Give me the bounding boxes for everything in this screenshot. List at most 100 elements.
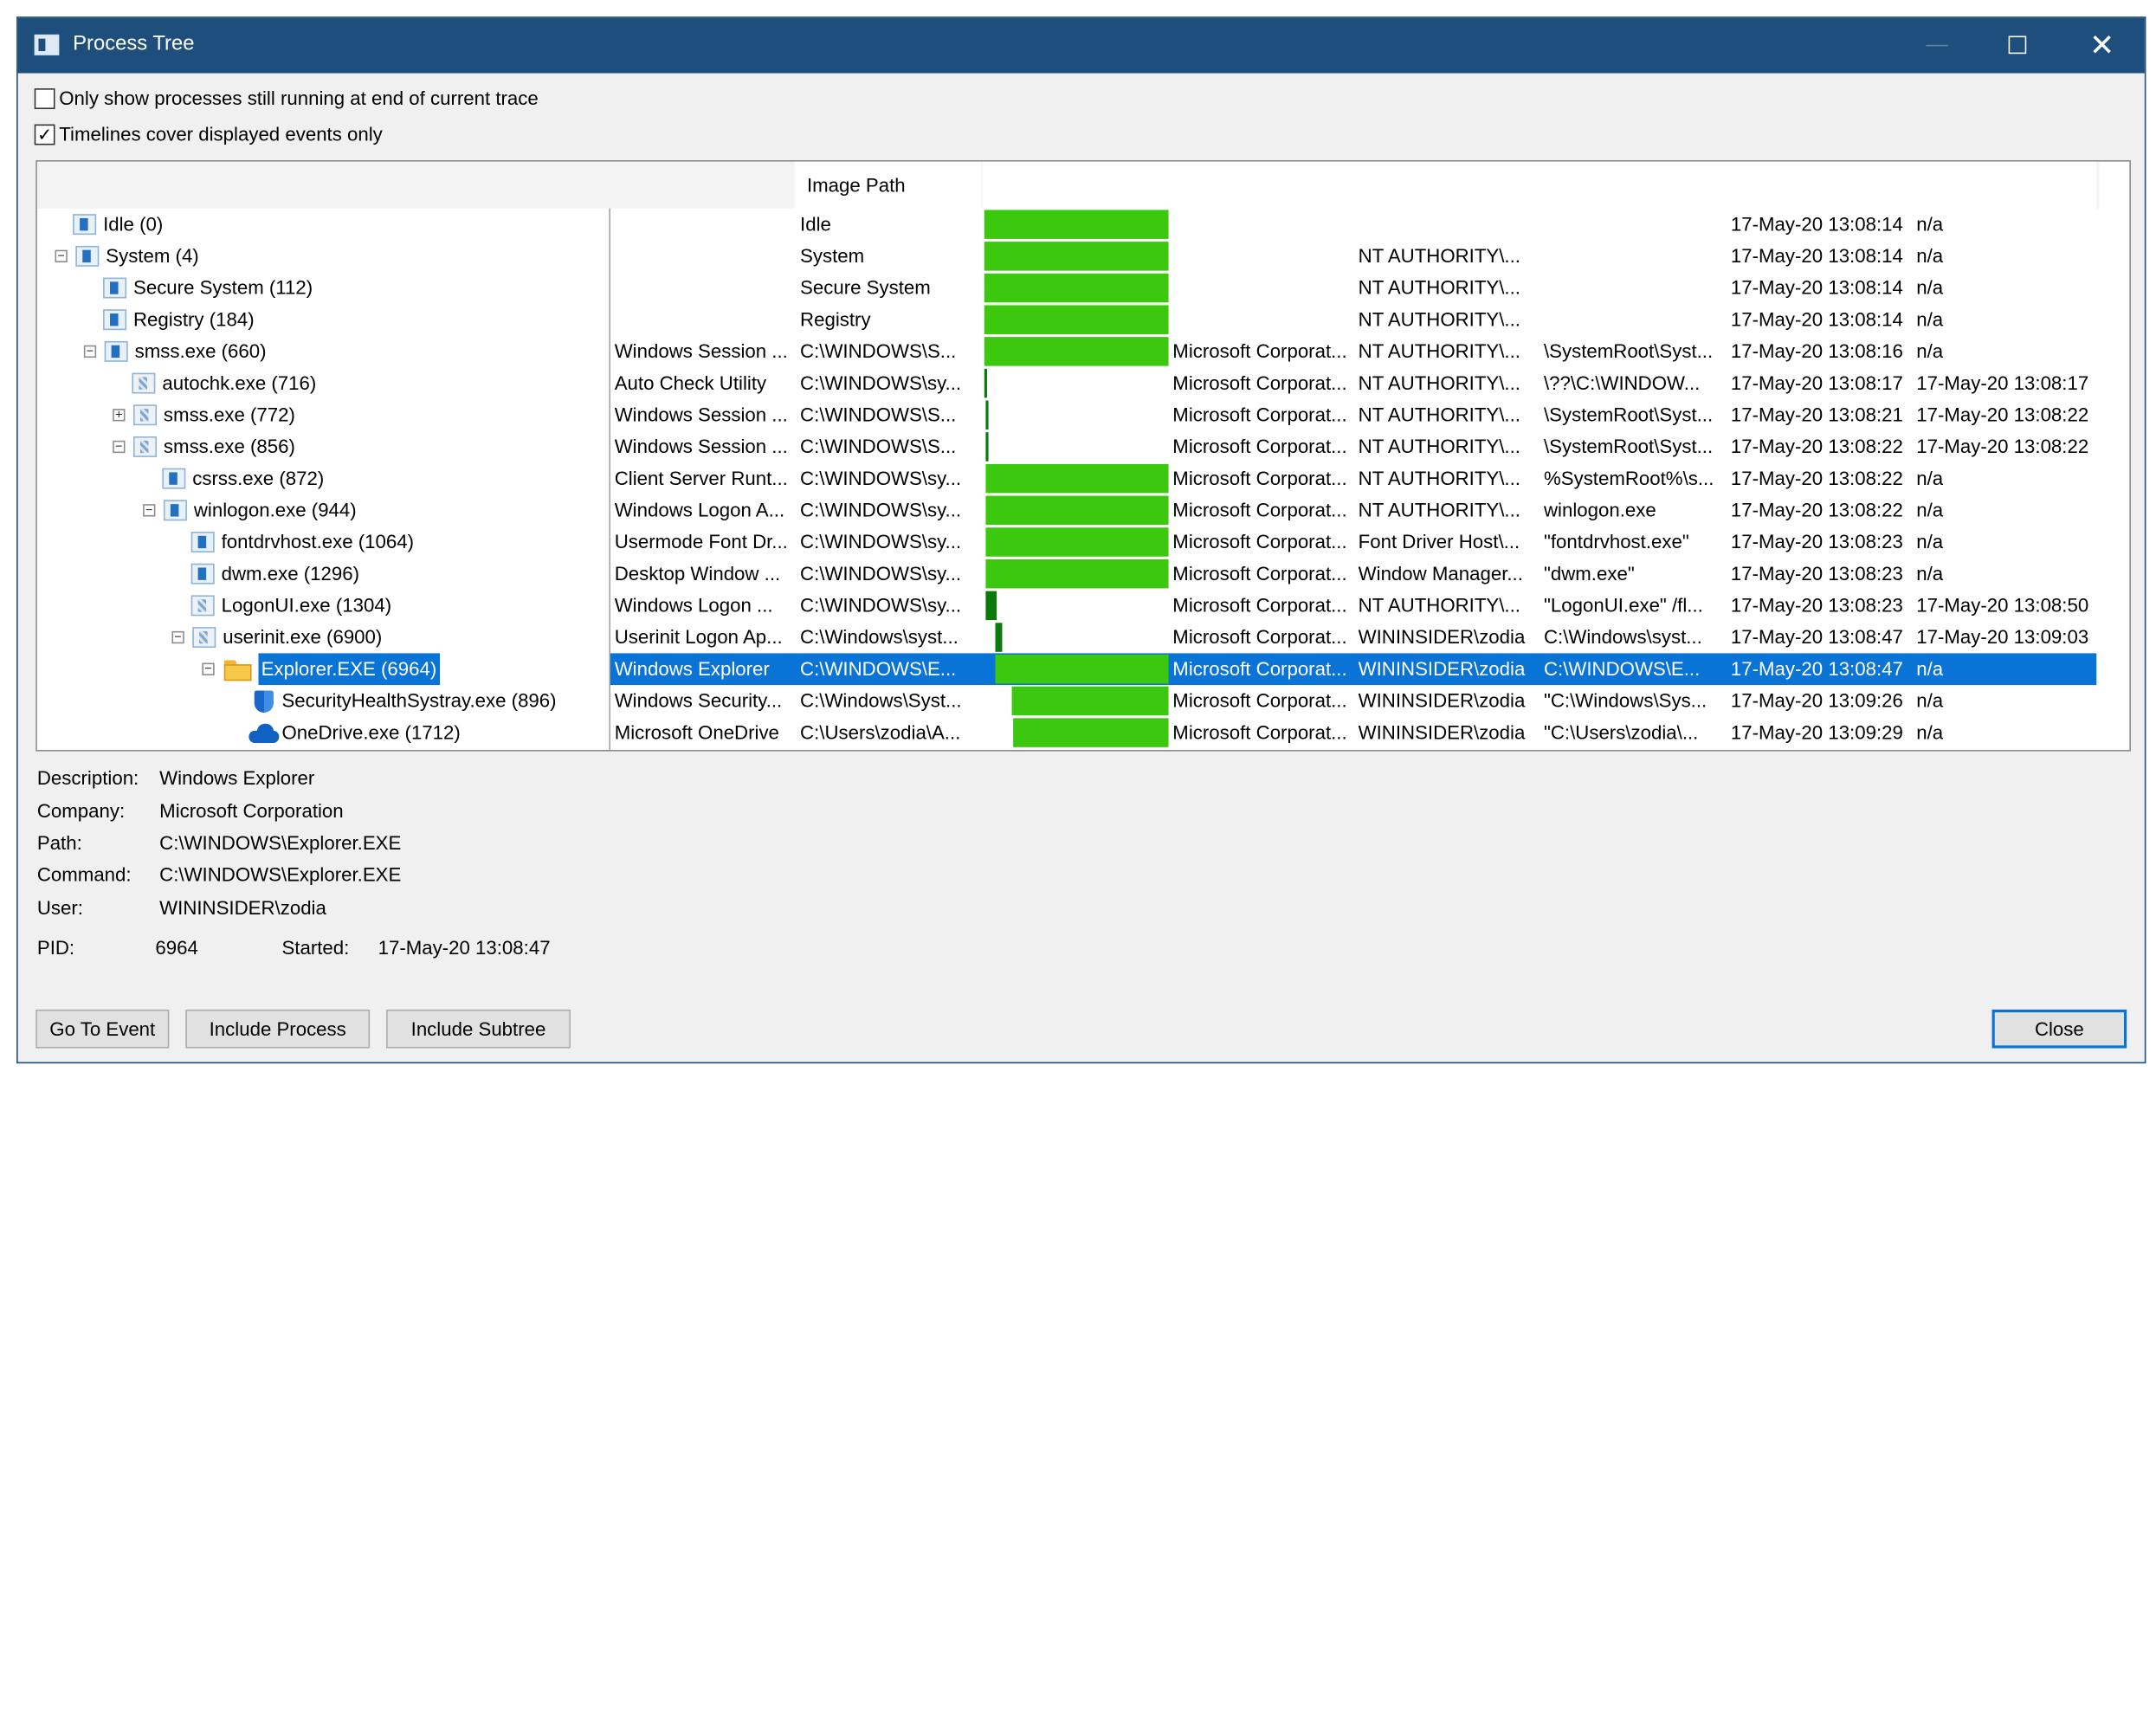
collapse-icon[interactable]: − <box>143 503 156 517</box>
started-label: Started: <box>281 936 350 959</box>
process-user: Window Manager... <box>1358 562 1523 585</box>
process-end-time: n/a <box>1916 307 1944 331</box>
process-tree-list[interactable]: Image Path Idle (0) Idle 17-May-20 13:08:1… <box>36 160 2131 752</box>
process-user: NT AUTHORITY\... <box>1358 435 1520 457</box>
process-user: WININSIDER\zodia <box>1358 720 1526 744</box>
process-user: NT AUTHORITY\... <box>1358 275 1520 299</box>
process-row[interactable]: Secure System (112) Secure System NT AUTHO… <box>37 272 2100 304</box>
process-start-time: 17-May-20 13:08:47 <box>1730 657 1903 680</box>
process-row[interactable]: − smss.exe (856) Windows Session ... C:\WIN… <box>37 431 2100 463</box>
process-icon <box>73 214 97 236</box>
process-tree-node: autochk.exe (716) <box>132 367 316 399</box>
process-name: autochk.exe (716) <box>162 371 317 394</box>
collapse-icon[interactable]: − <box>202 662 215 675</box>
process-start-time: 17-May-20 13:08:14 <box>1730 244 1903 267</box>
timeline-bar <box>1013 718 1169 747</box>
collapse-icon[interactable]: − <box>171 630 184 644</box>
process-row[interactable]: autochk.exe (716) Auto Check Utility C:\WI… <box>37 367 2100 399</box>
process-company: Microsoft Corporat... <box>1172 498 1347 521</box>
collapse-icon[interactable]: − <box>83 345 97 358</box>
running-only-option[interactable]: Only show processes still running at end… <box>34 87 539 109</box>
process-icon <box>190 595 215 617</box>
process-user: NT AUTHORITY\... <box>1358 244 1520 267</box>
process-image-path: System <box>800 244 865 267</box>
process-icon <box>133 404 157 426</box>
close-button[interactable]: Close <box>1991 1009 2127 1049</box>
process-image-path: C:\Users\zodia\A... <box>800 720 961 744</box>
column-header-blank[interactable] <box>983 161 2097 209</box>
process-company <box>1172 241 1354 273</box>
expand-icon[interactable]: + <box>113 408 126 422</box>
process-user: Font Driver Host\... <box>1358 530 1520 552</box>
path-value: C:\WINDOWS\Explorer.EXE <box>159 831 402 854</box>
collapse-icon[interactable]: − <box>55 249 68 263</box>
column-header-image-path[interactable]: Image Path <box>794 161 982 209</box>
path-label: Path: <box>36 831 82 854</box>
process-image-path: C:\WINDOWS\sy... <box>800 467 962 489</box>
include-subtree-button[interactable]: Include Subtree <box>386 1009 571 1049</box>
process-end-time: n/a <box>1916 530 1944 552</box>
go-to-event-button[interactable]: Go To Event <box>36 1009 170 1049</box>
process-row[interactable]: − winlogon.exe (944) Windows Logon A... C:\… <box>37 494 2100 526</box>
folder-icon <box>223 656 253 681</box>
timelines-displayed-checkbox[interactable]: ✓ <box>34 123 55 145</box>
company-label: Company: <box>36 799 126 822</box>
process-tree-node: LogonUI.exe (1304) <box>190 590 392 622</box>
process-row[interactable]: dwm.exe (1296) Desktop Window ... C:\WINDO… <box>37 558 2100 590</box>
process-row[interactable]: − System (4) System NT AUTHORITY\... 17-May-… <box>37 241 2100 273</box>
process-image-path: C:\WINDOWS\sy... <box>800 530 962 552</box>
process-row[interactable]: SecurityHealthSystray.exe (896) Windows S… <box>37 685 2100 717</box>
include-process-button[interactable]: Include Process <box>185 1009 371 1049</box>
process-company: Microsoft Corporat... <box>1172 339 1347 362</box>
process-row[interactable]: OneDrive.exe (1712) Microsoft OneDrive C:\… <box>37 717 2100 749</box>
process-row[interactable]: LogonUI.exe (1304) Windows Logon ... C:\WI… <box>37 590 2100 622</box>
title-bar[interactable]: Process Tree — ✕ <box>17 17 2145 74</box>
process-tree-node: csrss.exe (872) <box>162 462 324 494</box>
process-tree-node: dwm.exe (1296) <box>190 558 359 590</box>
collapse-icon[interactable]: − <box>113 440 126 454</box>
process-tree-node: fontdrvhost.exe (1064) <box>190 526 414 559</box>
minimize-button[interactable]: — <box>1906 18 1969 74</box>
process-company: Microsoft Corporat... <box>1172 657 1347 680</box>
process-name: System (4) <box>106 244 199 267</box>
process-tree-node: Registry (184) <box>103 304 255 336</box>
detail-description: Description: Windows Explorer <box>37 766 314 789</box>
process-command: "LogonUI.exe" /fl... <box>1543 593 1703 617</box>
process-row[interactable]: csrss.exe (872) Client Server Runt... C:\W… <box>37 462 2100 494</box>
process-description: Usermode Font Dr... <box>614 530 788 552</box>
process-row[interactable]: Idle (0) Idle 17-May-20 13:08:14 n/a <box>37 209 2100 241</box>
process-row[interactable]: − Explorer.EXE (6964) Windows Explorer C:\W… <box>37 653 2100 686</box>
process-company <box>1172 272 1354 304</box>
process-name: LogonUI.exe (1304) <box>221 593 392 617</box>
timelines-displayed-option[interactable]: ✓ Timelines cover displayed events only <box>34 123 383 145</box>
process-row[interactable]: fontdrvhost.exe (1064) Usermode Font Dr..… <box>37 526 2100 559</box>
process-tree-node: SecurityHealthSystray.exe (896) <box>252 685 557 717</box>
process-user: NT AUTHORITY\... <box>1358 593 1520 617</box>
process-start-time: 17-May-20 13:08:22 <box>1730 467 1903 489</box>
process-row[interactable]: + smss.exe (772) Windows Session ... C:\WIN… <box>37 399 2100 431</box>
process-image-path: C:\WINDOWS\E... <box>800 657 957 680</box>
maximize-button[interactable] <box>1985 18 2049 74</box>
process-start-time: 17-May-20 13:08:16 <box>1730 339 1903 362</box>
close-window-button[interactable]: ✕ <box>2070 18 2133 74</box>
process-start-time: 17-May-20 13:08:23 <box>1730 562 1903 585</box>
process-name: smss.exe (772) <box>163 403 295 426</box>
process-tree-node: − Explorer.EXE (6964) <box>202 653 440 686</box>
process-command: "C:\Windows\Sys... <box>1543 688 1707 712</box>
process-row[interactable]: − userinit.exe (6900) Userinit Logon Ap...… <box>37 622 2100 654</box>
process-command <box>1544 241 1726 273</box>
process-company <box>1172 209 1354 241</box>
process-company: Microsoft Corporat... <box>1172 720 1347 744</box>
process-start-time: 17-May-20 13:08:14 <box>1730 212 1903 236</box>
pid-value: 6964 <box>155 936 198 959</box>
process-row[interactable]: Registry (184) Registry NT AUTHORITY\... 17… <box>37 304 2100 336</box>
process-description: Windows Explorer <box>614 657 770 680</box>
running-only-checkbox[interactable] <box>34 87 55 109</box>
timeline-bar <box>985 495 1169 526</box>
process-description: Desktop Window ... <box>614 562 781 585</box>
timeline-bar <box>985 400 990 430</box>
process-command: C:\WINDOWS\E... <box>1543 657 1701 680</box>
process-command: "dwm.exe" <box>1543 562 1635 585</box>
process-row[interactable]: − smss.exe (660) Windows Session ... C:\WIN… <box>37 336 2100 368</box>
process-name: smss.exe (856) <box>163 435 295 457</box>
